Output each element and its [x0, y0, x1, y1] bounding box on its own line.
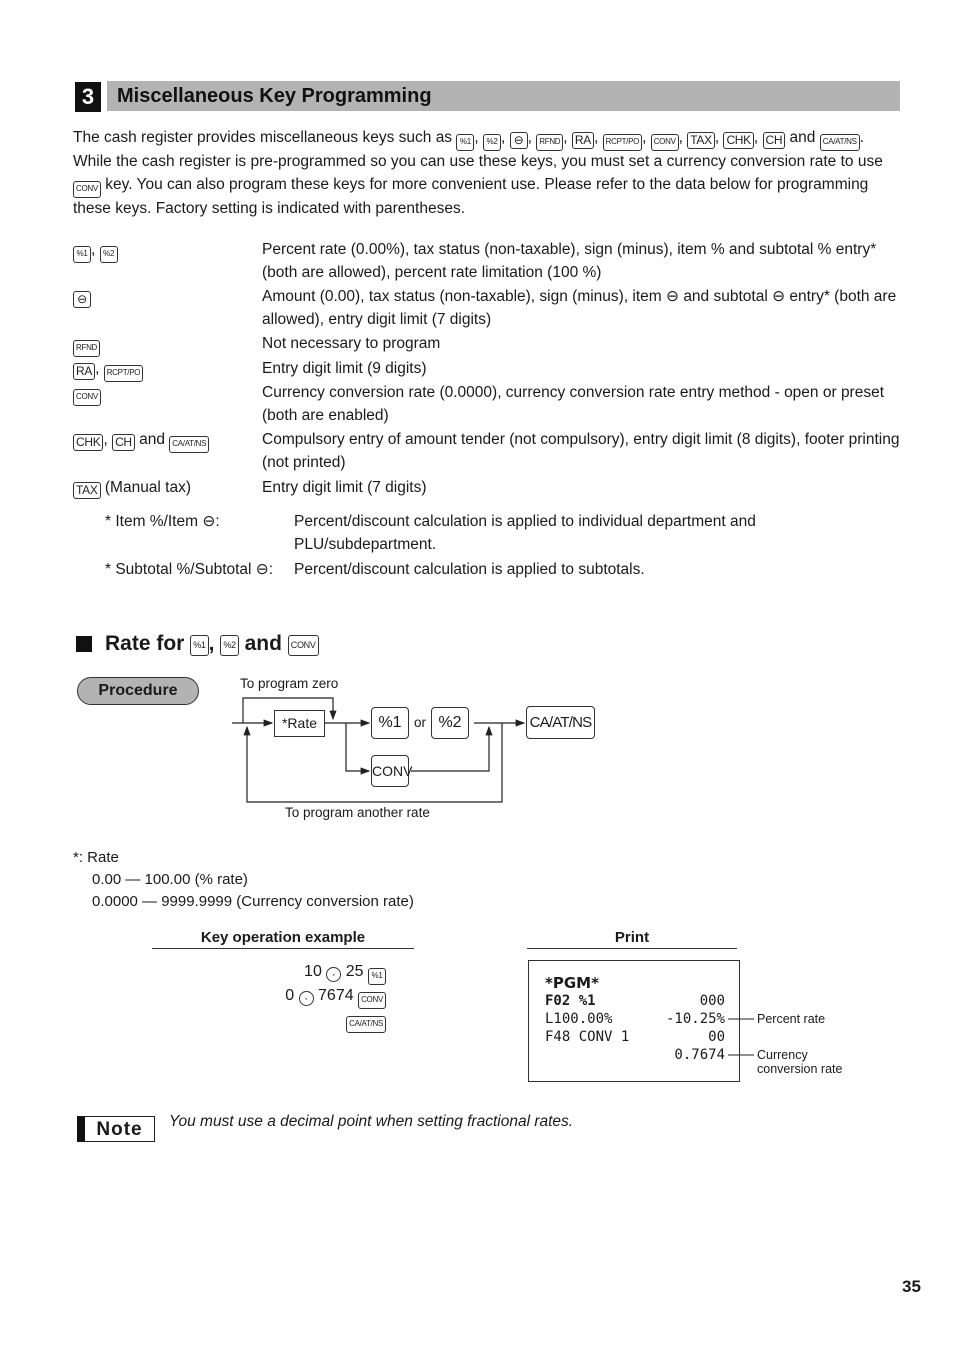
key-op-line: CA/AT/NS: [200, 1009, 386, 1033]
or-label: or: [414, 715, 427, 730]
key-op-digits: 0: [285, 987, 295, 1004]
receipt-line-left: *PGM*: [545, 974, 599, 992]
procedure-flow-diagram: [232, 697, 754, 1056]
key-op-digits: 10: [304, 963, 322, 980]
receipt-line-right: 00: [708, 1029, 725, 1045]
callout-currency-line1: Currency: [757, 1048, 808, 1062]
rate-note: *: Rate 0.00 — 100.00 (% rate) 0.0000 — …: [73, 847, 414, 913]
decimal-point-key-icon: ·: [298, 991, 314, 1006]
rate-note-line1: 0.00 — 100.00 (% rate): [92, 871, 248, 888]
rate-entry-box: *Rate: [274, 710, 325, 737]
receipt-line-left: F02 %1: [545, 993, 596, 1009]
to-program-another-label: To program another rate: [285, 805, 430, 820]
key-pct1-icon: %1: [368, 968, 386, 985]
to-program-zero-label: To program zero: [240, 676, 339, 691]
key-conv-button: CONV: [371, 755, 412, 787]
key-op-digits: 7674: [318, 987, 354, 1004]
decimal-point-key-icon: ·: [326, 967, 342, 982]
key-operation-example: 10 · 25 %1 0 · 7674 CONV CA/AT/NS: [200, 961, 386, 1033]
key-operation-heading: Key operation example: [152, 929, 414, 949]
receipt-line-left: L100.00%: [545, 1011, 613, 1027]
key-op-digits: 25: [345, 963, 364, 980]
page-number: 35: [902, 1277, 921, 1296]
note-badge: Note: [77, 1116, 155, 1142]
key-op-line: 0 · 7674 CONV: [200, 985, 386, 1009]
key-caatns-button: CA/AT/NS: [526, 706, 595, 739]
receipt-line-right: 000: [699, 993, 725, 1009]
callout-currency-rate: Currency conversion rate: [757, 1048, 842, 1076]
receipt-line-right: -10.25%: [665, 1011, 725, 1027]
print-heading: Print: [527, 929, 737, 949]
rate-note-line2: 0.0000 — 9999.9999 (Currency conversion …: [92, 893, 414, 910]
callout-currency-line2: conversion rate: [757, 1062, 843, 1076]
key-pct1-button: %1: [371, 707, 409, 739]
key-pct2-button: %2: [431, 707, 469, 739]
receipt-printout: *PGM* F02 %1 000 L100.00% -10.25% F48 CO…: [528, 960, 740, 1082]
key-caatns-icon: CA/AT/NS: [346, 1016, 386, 1033]
note-text: You must use a decimal point when settin…: [169, 1113, 574, 1130]
key-op-line: 10 · 25 %1: [200, 961, 386, 985]
key-conv-icon: CONV: [358, 992, 386, 1009]
callout-percent-rate: Percent rate: [757, 1012, 826, 1026]
receipt-line-left: F48 CONV 1: [545, 1029, 630, 1045]
rate-note-title: *: Rate: [73, 849, 119, 866]
flow-to-conv-arrow: [345, 723, 371, 775]
receipt-line-right: 0.7674: [674, 1047, 725, 1063]
